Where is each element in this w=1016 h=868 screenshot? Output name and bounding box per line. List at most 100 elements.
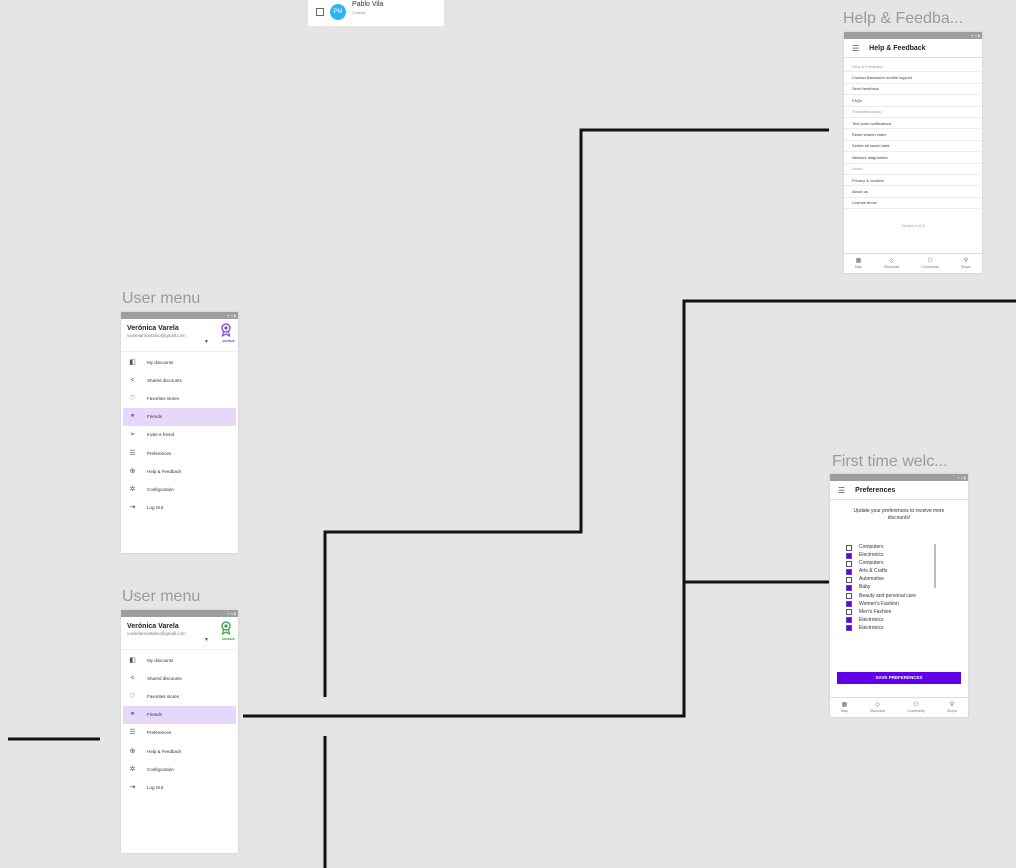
hamburger-menu-icon[interactable]: ☰ — [852, 44, 859, 53]
preferences-prompt: Update your preferences to receive more … — [853, 508, 945, 521]
nav-shops[interactable]: ⚲ Shops — [961, 258, 971, 269]
save-preferences-button[interactable]: SAVE PREFERENCES — [837, 672, 961, 684]
gear-icon: ✲ — [129, 765, 136, 773]
frame-title-help-feedback: Help & Feedba... — [843, 10, 964, 27]
list-item[interactable]: FAQs — [844, 95, 982, 107]
map-icon: ▦ — [841, 702, 848, 708]
list-item[interactable]: Test push notifications — [844, 118, 982, 130]
preference-option[interactable]: Baby — [846, 584, 934, 592]
nav-map[interactable]: ▦ Map — [841, 702, 848, 713]
menu-item-my-discounts[interactable]: ◧ My discounts — [121, 651, 238, 669]
preference-label: Electronics — [859, 624, 884, 631]
preference-option[interactable]: Electronics — [846, 552, 934, 560]
checkbox-checked[interactable] — [846, 601, 852, 608]
menu-item-shared-discounts[interactable]: < Shared discounts — [121, 669, 238, 687]
frame-title-user-menu-2: User menu — [122, 588, 201, 605]
help-feedback-list: Help & Feedback Contact BizkaiaUn mobile … — [844, 61, 982, 210]
status-bar: ▾ ◂ ▮ — [844, 32, 982, 39]
menu-item-log-out[interactable]: ⇥ Log Out — [121, 499, 238, 517]
preference-option[interactable]: Women's Fashion — [846, 601, 934, 609]
preferences-list[interactable]: Computers Electronics Computers Arts & Craf… — [846, 544, 934, 633]
nav-discounts[interactable]: ◇ Discounts — [884, 258, 899, 269]
checkbox-checked[interactable] — [846, 584, 852, 591]
menu-item-friends[interactable]: ⚭ Friends — [123, 407, 236, 426]
menu-item-configuration[interactable]: ✲ Configuration — [121, 760, 238, 778]
nav-label: Map — [841, 709, 848, 713]
list-item[interactable]: Reset search index — [844, 129, 982, 141]
connector-helpfeedback — [323, 128, 829, 697]
list-item[interactable]: Send feedback — [844, 84, 982, 96]
preference-option[interactable]: Men's Fashion — [846, 609, 934, 617]
checkbox-unchecked[interactable] — [846, 560, 852, 567]
nav-shops[interactable]: ⚲ Shops — [947, 702, 957, 713]
help-icon: ⊕ — [129, 467, 136, 475]
menu-item-favorites-stores[interactable]: ♡ Favorites stores — [121, 687, 238, 705]
checkbox-unchecked[interactable] — [846, 609, 852, 616]
checkbox-checked[interactable] — [846, 625, 852, 632]
heart-icon: ♡ — [129, 692, 136, 700]
list-item[interactable]: Network diagnostics — [844, 152, 982, 164]
checkbox-checked[interactable] — [846, 552, 852, 559]
preference-option[interactable]: Electronics — [846, 617, 934, 625]
checkbox-unchecked[interactable] — [846, 593, 852, 600]
help-icon: ⊕ — [129, 747, 136, 755]
menu-item-label: Preferences — [147, 450, 172, 456]
nav-community[interactable]: ⚇ Community — [907, 702, 925, 713]
friend-checkbox[interactable] — [316, 8, 324, 16]
friend-avatar: PM — [330, 4, 346, 20]
user-email: v.varelamontalvo@gmail.com — [127, 333, 186, 338]
preference-option[interactable]: Electronics — [846, 625, 934, 633]
caret-down-icon[interactable]: ▼ — [204, 637, 209, 643]
checkbox-checked[interactable] — [846, 617, 852, 624]
user-header: Verónica Varela v.varelamontalvo@gmail.c… — [121, 319, 238, 352]
menu-item-label: My discounts — [147, 657, 174, 663]
user-email: v.varelamontalvo@gmail.com — [127, 631, 186, 636]
list-item[interactable]: Privacy & cookies — [844, 175, 982, 187]
nav-map[interactable]: ▦ Map — [855, 258, 862, 269]
nav-label: Community — [907, 709, 925, 713]
page-title: Help & Feedback — [869, 44, 926, 52]
menu-item-preferences[interactable]: ☰ Preferences — [121, 724, 238, 742]
friend-subtitle: 1 friend — [352, 10, 366, 15]
dashboard-icon: ◧ — [129, 656, 136, 664]
nav-community[interactable]: ⚇ Community — [921, 258, 939, 269]
menu-item-shared-discounts[interactable]: < Shared discounts — [121, 371, 238, 389]
user-menu-frame-1: ▾ ◂ ▮ Verónica Varela v.varelamontalvo@g… — [121, 312, 238, 553]
list-item[interactable]: Contact BizkaiaUn mobile support — [844, 72, 982, 84]
checkbox-checked[interactable] — [846, 568, 852, 575]
checkbox-unchecked[interactable] — [846, 544, 852, 551]
preference-option[interactable]: Computers — [846, 544, 934, 552]
menu-item-preferences[interactable]: ☰ Preferences — [121, 444, 238, 462]
list-item[interactable]: About us — [844, 186, 982, 198]
menu-item-my-discounts[interactable]: ◧ My discounts — [121, 353, 238, 371]
badge-label: BRONZE — [222, 339, 235, 343]
caret-down-icon[interactable]: ▼ — [204, 339, 209, 345]
preference-option[interactable]: Computers — [846, 560, 934, 568]
prototype-canvas[interactable]: PM Pablo Vila 1 friend Help & Feedba... … — [0, 0, 1016, 868]
list-item[interactable]: License terms — [844, 198, 982, 210]
menu-item-label: Shared discounts — [147, 675, 182, 681]
badge-label: BRONZE — [222, 637, 235, 641]
status-bar: ▾ ◂ ▮ — [121, 610, 238, 617]
list-item[interactable]: Delete all saved data — [844, 141, 982, 153]
menu-item-help-feedback[interactable]: ⊕ Help & Feedback — [121, 462, 238, 480]
tag-icon: ◇ — [875, 702, 880, 708]
menu-item-favorites-stores[interactable]: ♡ Favorites stores — [121, 389, 238, 407]
scrollbar[interactable] — [934, 544, 936, 588]
status-bar: ▾ ◂ ▮ — [121, 312, 238, 319]
nav-discounts[interactable]: ◇ Discounts — [870, 702, 885, 713]
preference-option[interactable]: Beauty and personal care — [846, 593, 934, 601]
menu-item-configuration[interactable]: ✲ Configuration — [121, 480, 238, 498]
preference-option[interactable]: Automotive — [846, 576, 934, 584]
menu-item-friends[interactable]: ⚭ Friends — [123, 705, 236, 724]
preference-option[interactable]: Arts & Crafts — [846, 568, 934, 576]
checkbox-unchecked[interactable] — [846, 576, 852, 583]
menu-item-log-out[interactable]: ⇥ Log Out — [121, 778, 238, 796]
community-icon: ⚇ — [927, 258, 933, 264]
menu-item-invite-a-friend[interactable]: ➢ Invite a friend — [121, 426, 238, 444]
hamburger-menu-icon[interactable]: ☰ — [838, 486, 845, 495]
menu-item-help-feedback[interactable]: ⊕ Help & Feedback — [121, 742, 238, 760]
user-menu-list: ◧ My discounts < Shared discounts ♡ Favorites… — [121, 353, 238, 517]
menu-item-label: Favorites stores — [147, 395, 180, 401]
nav-label: Community — [921, 265, 939, 269]
